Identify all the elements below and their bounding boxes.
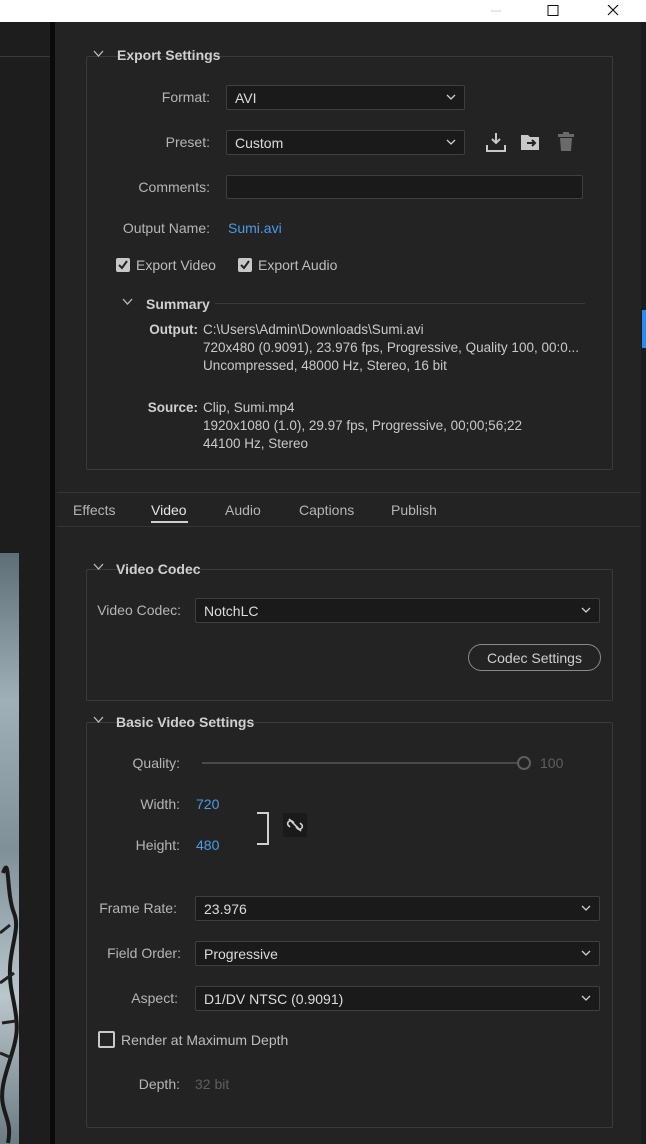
- delete-preset-icon[interactable]: [556, 131, 576, 153]
- export-audio-checkbox[interactable]: Export Audio: [238, 257, 337, 273]
- preset-value: Custom: [235, 134, 284, 151]
- field-order-value: Progressive: [204, 945, 278, 962]
- tab-video-underline: [151, 521, 188, 523]
- aspect-value: D1/DV NTSC (0.9091): [204, 990, 344, 1007]
- minimize-button[interactable]: [476, 0, 516, 22]
- aspect-dropdown[interactable]: D1/DV NTSC (0.9091): [195, 986, 600, 1011]
- video-codec-label: Video Codec:: [97, 602, 181, 618]
- panel-divider: [0, 56, 50, 57]
- depth-value: 32 bit: [195, 1076, 230, 1092]
- depth-label: Depth:: [138, 1076, 180, 1092]
- tab-audio[interactable]: Audio: [225, 502, 261, 518]
- maximize-icon: [547, 5, 559, 16]
- unlink-icon: [286, 818, 304, 832]
- comments-label: Comments:: [138, 179, 210, 195]
- export-video-label: Export Video: [136, 257, 216, 273]
- basic-video-settings-title: Basic Video Settings: [116, 714, 255, 730]
- width-label: Width:: [140, 796, 180, 812]
- summary-source-label: Source:: [147, 400, 198, 415]
- summary-output-line-1: C:\Users\Admin\Downloads\Sumi.avi: [203, 322, 424, 337]
- checkbox-unchecked-icon: [98, 1031, 115, 1048]
- output-name-label: Output Name:: [122, 220, 210, 236]
- chevron-down-icon: [581, 607, 591, 613]
- summary-source-line-1: Clip, Sumi.mp4: [203, 400, 295, 415]
- frame-rate-label: Frame Rate:: [99, 900, 177, 916]
- link-bracket: [257, 812, 269, 845]
- tab-publish[interactable]: Publish: [391, 502, 437, 518]
- maximize-button[interactable]: [533, 0, 573, 22]
- panel-splitter[interactable]: [50, 22, 55, 1144]
- summary-title: Summary: [146, 296, 210, 312]
- comments-input[interactable]: [226, 175, 583, 199]
- summary-output-line-2: 720x480 (0.9091), 23.976 fps, Progressiv…: [203, 340, 579, 355]
- summary-source-line-3: 44100 Hz, Stereo: [203, 436, 309, 451]
- tabs-top-border: [57, 492, 641, 493]
- output-name-link[interactable]: Sumi.avi: [228, 220, 282, 236]
- chevron-down-icon: [446, 94, 456, 100]
- quality-value: 100: [540, 755, 564, 771]
- chevron-down-icon: [446, 139, 456, 145]
- codec-settings-button[interactable]: Codec Settings: [468, 644, 601, 671]
- summary-output-label: Output:: [149, 322, 198, 337]
- checkbox-checked-icon: [116, 258, 130, 272]
- tab-captions[interactable]: Captions: [299, 502, 354, 518]
- height-value[interactable]: 480: [196, 837, 219, 853]
- video-codec-group: [86, 569, 613, 701]
- frame-rate-dropdown[interactable]: 23.976: [195, 896, 600, 921]
- quality-slider-track[interactable]: [202, 762, 524, 764]
- video-preview-thumbnail: [0, 553, 19, 1144]
- tab-video[interactable]: Video: [151, 502, 187, 518]
- export-audio-label: Export Audio: [258, 257, 338, 273]
- height-label: Height:: [135, 837, 180, 853]
- chevron-down-icon: [581, 995, 591, 1001]
- tabs-bottom-border: [57, 526, 641, 527]
- chevron-down-icon: [581, 905, 591, 911]
- chevron-down-icon[interactable]: [122, 298, 133, 306]
- chevron-down-icon[interactable]: [93, 563, 104, 571]
- basic-video-settings-group: [86, 722, 613, 1128]
- quality-label: Quality:: [132, 755, 180, 771]
- minimize-icon: [491, 10, 501, 12]
- format-value: AVI: [235, 89, 257, 106]
- checkbox-checked-icon: [238, 258, 252, 272]
- width-value[interactable]: 720: [196, 796, 219, 812]
- field-order-label: Field Order:: [107, 945, 181, 961]
- video-codec-value: NotchLC: [204, 602, 259, 619]
- unlink-dimensions-button[interactable]: [283, 813, 307, 837]
- close-icon: [607, 5, 619, 16]
- render-max-depth-label: Render at Maximum Depth: [121, 1031, 289, 1048]
- summary-output-line-3: Uncompressed, 48000 Hz, Stereo, 16 bit: [203, 358, 447, 373]
- aspect-label: Aspect:: [131, 990, 178, 1006]
- summary-divider: [215, 303, 585, 304]
- quality-slider-thumb[interactable]: [517, 756, 531, 770]
- format-dropdown[interactable]: AVI: [226, 85, 465, 110]
- import-preset-icon[interactable]: [519, 131, 543, 153]
- save-preset-icon[interactable]: [485, 131, 507, 153]
- close-button[interactable]: [593, 0, 633, 22]
- chevron-down-icon[interactable]: [93, 716, 104, 724]
- video-codec-title: Video Codec: [116, 561, 201, 577]
- export-video-checkbox[interactable]: Export Video: [116, 257, 216, 273]
- preset-dropdown[interactable]: Custom: [226, 130, 465, 155]
- video-codec-dropdown[interactable]: NotchLC: [195, 598, 600, 623]
- frame-rate-value: 23.976: [204, 900, 247, 917]
- right-edge: [641, 22, 646, 1144]
- export-settings-title: Export Settings: [117, 47, 221, 63]
- tab-effects[interactable]: Effects: [73, 502, 116, 518]
- field-order-dropdown[interactable]: Progressive: [195, 941, 600, 966]
- summary-source-line-2: 1920x1080 (1.0), 29.97 fps, Progressive,…: [203, 418, 522, 433]
- render-max-depth-checkbox[interactable]: Render at Maximum Depth: [98, 1031, 288, 1048]
- scroll-indicator[interactable]: [642, 310, 646, 348]
- preset-label: Preset:: [165, 134, 210, 150]
- format-label: Format:: [161, 89, 210, 105]
- chevron-down-icon: [581, 950, 591, 956]
- chevron-down-icon[interactable]: [93, 50, 104, 58]
